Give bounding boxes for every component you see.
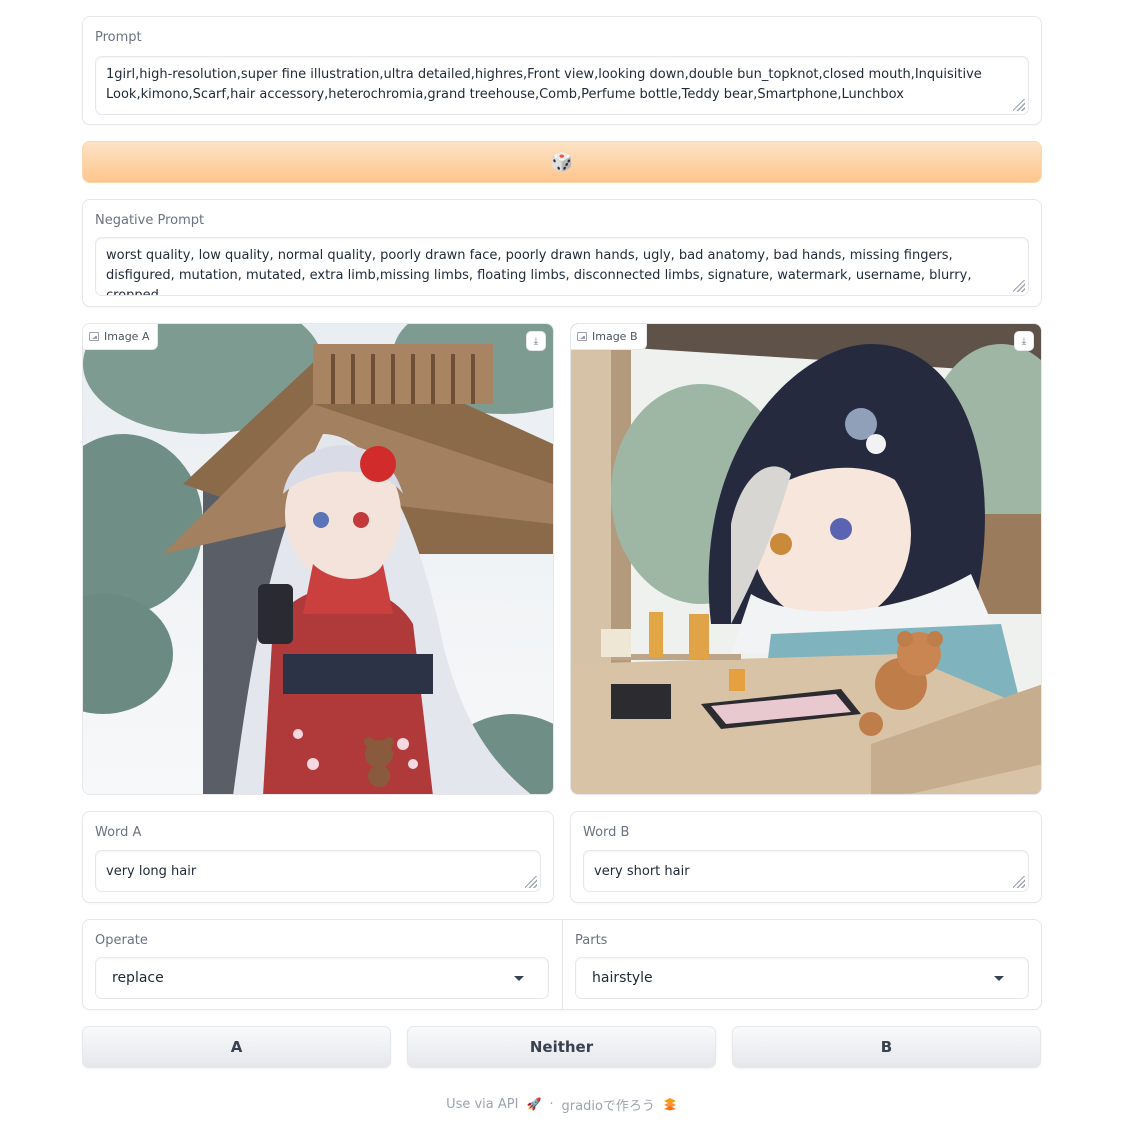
negative-prompt-textarea[interactable]: worst quality, low quality, normal quali… [95, 237, 1029, 296]
options-divider [562, 920, 563, 1009]
app-root: Prompt 1girl,high-resolution,super fine … [0, 0, 1123, 1129]
negative-prompt-block: Negative Prompt worst quality, low quali… [82, 199, 1042, 307]
vote-b-button[interactable]: B [732, 1026, 1041, 1068]
parts-value: hairstyle [592, 970, 653, 986]
image-a-label-tag: Image A [83, 324, 159, 350]
image-a-panel: Image A ⤓ [82, 323, 554, 795]
word-b-input[interactable]: very short hair [583, 850, 1029, 892]
download-icon: ⤓ [1021, 335, 1027, 347]
prompt-label: Prompt [95, 30, 142, 45]
options-row: Operate replace Parts hairstyle [82, 919, 1042, 1010]
prompt-text: 1girl,high-resolution,super fine illustr… [106, 67, 982, 102]
rocket-icon: 🚀 [526, 1097, 542, 1111]
chevron-down-icon [514, 976, 524, 981]
parts-dropdown[interactable]: hairstyle [575, 957, 1029, 999]
vote-neither-button[interactable]: Neither [407, 1026, 716, 1068]
operate-value: replace [112, 970, 164, 986]
resize-handle-icon[interactable] [525, 876, 537, 888]
random-prompt-button[interactable]: 🎲 [82, 141, 1042, 183]
download-b-button[interactable]: ⤓ [1014, 331, 1034, 351]
footer-separator: · [549, 1096, 554, 1112]
footer: Use via API 🚀 · gradioで作ろう [0, 1094, 1123, 1114]
download-a-button[interactable]: ⤓ [526, 331, 546, 351]
word-b-label: Word B [583, 825, 630, 840]
image-icon [89, 332, 99, 341]
operate-dropdown[interactable]: replace [95, 957, 549, 999]
word-a-input[interactable]: very long hair [95, 850, 541, 892]
resize-handle-icon[interactable] [1013, 280, 1025, 292]
gradio-logo-icon [663, 1098, 676, 1111]
resize-handle-icon[interactable] [1013, 99, 1025, 111]
use-api-link[interactable]: Use via API [446, 1097, 518, 1112]
negative-prompt-text: worst quality, low quality, normal quali… [106, 248, 972, 296]
word-b-text: very short hair [594, 864, 690, 879]
download-icon: ⤓ [533, 335, 539, 347]
prompt-textarea[interactable]: 1girl,high-resolution,super fine illustr… [95, 56, 1029, 115]
word-a-label: Word A [95, 825, 142, 840]
chevron-down-icon [994, 976, 1004, 981]
image-b-panel: Image B ⤓ [570, 323, 1042, 795]
image-icon [577, 332, 587, 341]
word-a-block: Word A very long hair [82, 811, 554, 903]
parts-label: Parts [575, 933, 608, 948]
prompt-block: Prompt 1girl,high-resolution,super fine … [82, 16, 1042, 125]
image-a-label: Image A [104, 330, 150, 343]
image-b-picture [571, 324, 1041, 794]
image-b-label: Image B [592, 330, 638, 343]
resize-handle-icon[interactable] [1013, 876, 1025, 888]
operate-label: Operate [95, 933, 148, 948]
word-b-block: Word B very short hair [570, 811, 1042, 903]
negative-prompt-label: Negative Prompt [95, 213, 205, 228]
image-a-picture [83, 324, 553, 794]
dice-icon: 🎲 [550, 151, 574, 173]
built-with-gradio-link[interactable]: gradioで作ろう [562, 1095, 655, 1114]
word-a-text: very long hair [106, 864, 197, 879]
image-b-label-tag: Image B [571, 324, 647, 350]
vote-a-button[interactable]: A [82, 1026, 391, 1068]
